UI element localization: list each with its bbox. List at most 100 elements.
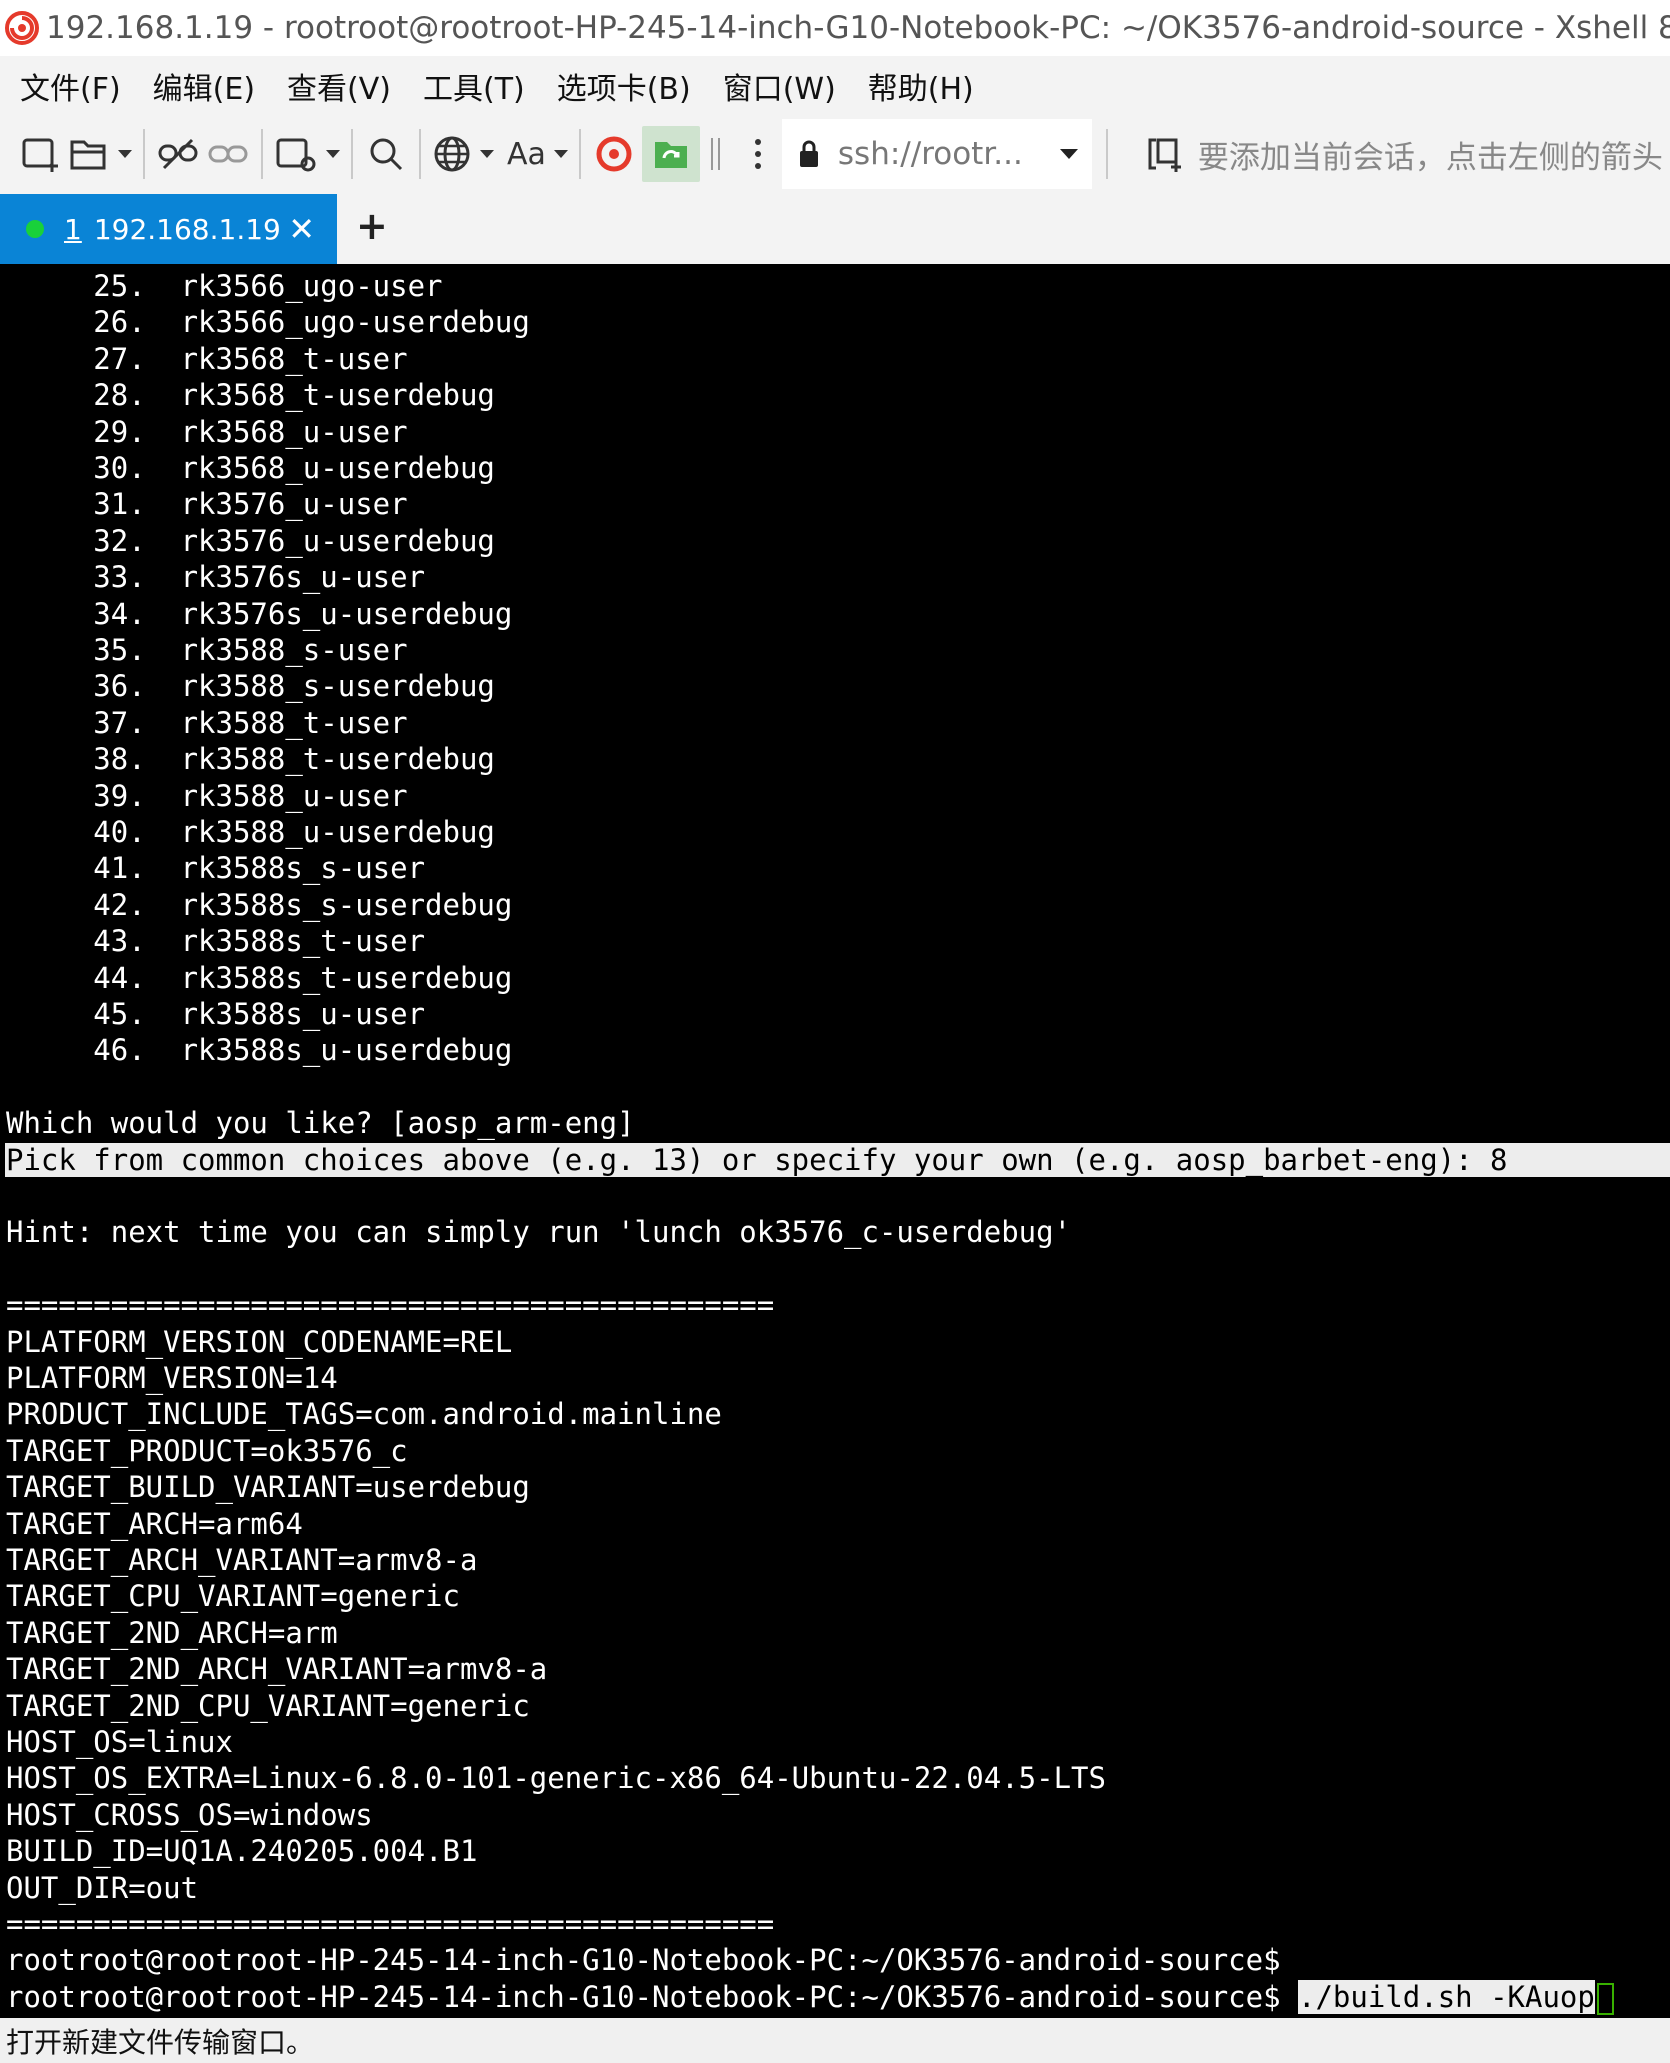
address-text: ssh://rootr...	[837, 136, 1023, 172]
encoding-button[interactable]	[432, 126, 494, 182]
find-button[interactable]	[364, 126, 408, 182]
chevron-down-icon[interactable]	[118, 150, 132, 158]
tab-number: 1	[64, 212, 82, 246]
font-label: Aa	[507, 136, 546, 172]
terminal-line: PRODUCT_INCLUDE_TAGS=com.android.mainlin…	[6, 1397, 722, 1432]
lock-icon	[799, 140, 818, 167]
session-hint: 要添加当前会话，点击左侧的箭头	[1146, 132, 1663, 177]
chevron-down-icon[interactable]	[326, 150, 340, 158]
terminal-line: BUILD_ID=UQ1A.240205.004.B1	[6, 1834, 478, 1869]
toolbar-divider	[351, 129, 353, 179]
shell-prompt: rootroot@rootroot-HP-245-14-inch-G10-Not…	[6, 1979, 1299, 2014]
terminal-line: HOST_OS_EXTRA=Linux-6.8.0-101-generic-x8…	[6, 1761, 1106, 1796]
terminal-line: rootroot@rootroot-HP-245-14-inch-G10-Not…	[6, 1943, 1281, 1978]
selected-command[interactable]: ./build.sh -KAuop	[1298, 1979, 1595, 2014]
session-properties-button[interactable]	[274, 126, 340, 182]
terminal-line: Pick from common choices above (e.g. 13)…	[5, 1142, 1670, 1177]
terminal-line: TARGET_2ND_ARCH=arm	[6, 1615, 338, 1650]
title-bar: 192.168.1.19 - rootroot@rootroot-HP-245-…	[0, 0, 1670, 56]
tab-label: 192.168.1.19	[93, 212, 281, 246]
terminal-line: 25. rk3566_ugo-user	[6, 269, 443, 303]
terminal-prompt-line: rootroot@rootroot-HP-245-14-inch-G10-Not…	[6, 1979, 1614, 2015]
toolbar-divider	[261, 129, 263, 179]
terminal-line: TARGET_CPU_VARIANT=generic	[6, 1579, 460, 1614]
terminal-line: 45. rk3588s_u-user	[6, 997, 426, 1031]
terminal-line: TARGET_BUILD_VARIANT=userdebug	[6, 1470, 530, 1505]
terminal-line: OUT_DIR=out	[6, 1870, 199, 1905]
status-bar: 打开新建文件传输窗口。	[0, 2018, 1670, 2063]
terminal-line: HOST_CROSS_OS=windows	[6, 1797, 373, 1832]
terminal-line: 31. rk3576_u-user	[6, 487, 408, 522]
properties-icon	[276, 138, 316, 172]
terminal-line: 41. rk3588s_s-user	[6, 851, 426, 886]
xftp-button[interactable]	[592, 126, 636, 182]
terminal-line: TARGET_2ND_ARCH_VARIANT=armv8-a	[6, 1652, 548, 1687]
terminal-line: 35. rk3588_s-user	[6, 633, 408, 667]
chevron-down-icon[interactable]	[480, 150, 494, 158]
terminal-line: TARGET_ARCH=arm64	[6, 1506, 303, 1541]
grip-icon	[710, 138, 720, 170]
terminal-line: Which would you like? [aosp_arm-eng]	[6, 1106, 635, 1141]
terminal-line: 29. rk3568_u-user	[6, 414, 408, 449]
folder-open-icon	[70, 140, 106, 170]
session-hint-text: 要添加当前会话，点击左侧的箭头	[1197, 139, 1663, 176]
menu-file[interactable]: 文件(F)	[0, 64, 133, 108]
terminal-line: 40. rk3588_u-userdebug	[6, 815, 495, 849]
connected-status-icon	[26, 220, 44, 238]
terminal-line: TARGET_2ND_CPU_VARIANT=generic	[6, 1688, 530, 1723]
tab-session-1[interactable]: 1 192.168.1.19 ✕	[0, 194, 337, 264]
terminal-line: 28. rk3568_t-userdebug	[6, 378, 495, 413]
terminal-line: TARGET_ARCH_VARIANT=armv8-a	[6, 1543, 478, 1577]
terminal-line: 27. rk3568_t-user	[6, 341, 408, 376]
file-transfer-icon	[654, 142, 687, 168]
toolbar-options-handle[interactable]	[706, 126, 726, 182]
add-session-arrow-icon[interactable]	[1146, 136, 1186, 172]
new-tab-button[interactable]: +	[356, 204, 388, 248]
unlink-icon	[158, 138, 198, 170]
terminal-line: 26. rk3566_ugo-userdebug	[6, 305, 530, 340]
close-icon[interactable]: ✕	[288, 210, 315, 248]
menu-help[interactable]: 帮助(H)	[848, 64, 986, 108]
menu-bar: 文件(F) 编辑(E) 查看(V) 工具(T) 选项卡(B) 窗口(W) 帮助(…	[0, 56, 1670, 116]
disconnect-button[interactable]	[156, 126, 200, 182]
terminal-line: PLATFORM_VERSION_CODENAME=REL	[6, 1324, 513, 1359]
terminal-line: 36. rk3588_s-userdebug	[6, 669, 495, 704]
terminal-line: 37. rk3588_t-user	[6, 705, 408, 740]
chevron-down-icon[interactable]	[1059, 149, 1078, 159]
terminal-line: Hint: next time you can simply run 'lunc…	[6, 1215, 1072, 1250]
file-transfer-button[interactable]	[641, 126, 700, 182]
address-bar[interactable]: ssh://rootr...	[781, 119, 1092, 189]
globe-icon	[434, 136, 470, 172]
terminal-output[interactable]: 25. rk3566_ugo-user 26. rk3566_ugo-userd…	[0, 264, 1670, 2018]
terminal-line: ========================================…	[6, 1907, 775, 1941]
xshell-logo-icon	[5, 11, 39, 45]
terminal-line: TARGET_PRODUCT=ok3576_c	[6, 1433, 408, 1468]
menu-edit[interactable]: 编辑(E)	[133, 64, 267, 108]
more-options-button[interactable]	[743, 126, 773, 182]
terminal-line: 38. rk3588_t-userdebug	[6, 742, 495, 777]
new-session-button[interactable]	[18, 126, 62, 182]
terminal-line: 44. rk3588s_t-userdebug	[6, 960, 513, 995]
terminal-line: ========================================…	[6, 1288, 775, 1323]
terminal-line: PLATFORM_VERSION=14	[6, 1361, 338, 1395]
new-session-icon	[22, 138, 58, 172]
toolbar: Aa ssh://rootr... 要添加当前会话，点击左侧的箭头	[0, 116, 1670, 192]
menu-window[interactable]: 窗口(W)	[703, 64, 848, 108]
xshell-swirl-icon	[596, 136, 632, 172]
toolbar-divider	[578, 129, 581, 179]
open-session-button[interactable]	[68, 126, 132, 182]
chevron-down-icon[interactable]	[553, 150, 568, 158]
menu-tools[interactable]: 工具(T)	[403, 64, 537, 108]
window-title: 192.168.1.19 - rootroot@rootroot-HP-245-…	[46, 10, 1670, 46]
status-text: 打开新建文件传输窗口。	[6, 2025, 315, 2059]
terminal-line: 39. rk3588_u-user	[6, 778, 408, 813]
terminal-line: 34. rk3576s_u-userdebug	[6, 596, 513, 631]
terminal-line: 46. rk3588s_u-userdebug	[6, 1033, 513, 1068]
terminal-line: 33. rk3576s_u-user	[6, 560, 426, 595]
font-button[interactable]: Aa	[507, 126, 568, 182]
toolbar-divider	[419, 129, 421, 179]
terminal-line: 43. rk3588s_t-user	[6, 924, 426, 959]
menu-view[interactable]: 查看(V)	[267, 64, 403, 108]
menu-tabs[interactable]: 选项卡(B)	[537, 64, 703, 108]
reconnect-button[interactable]	[206, 126, 250, 182]
